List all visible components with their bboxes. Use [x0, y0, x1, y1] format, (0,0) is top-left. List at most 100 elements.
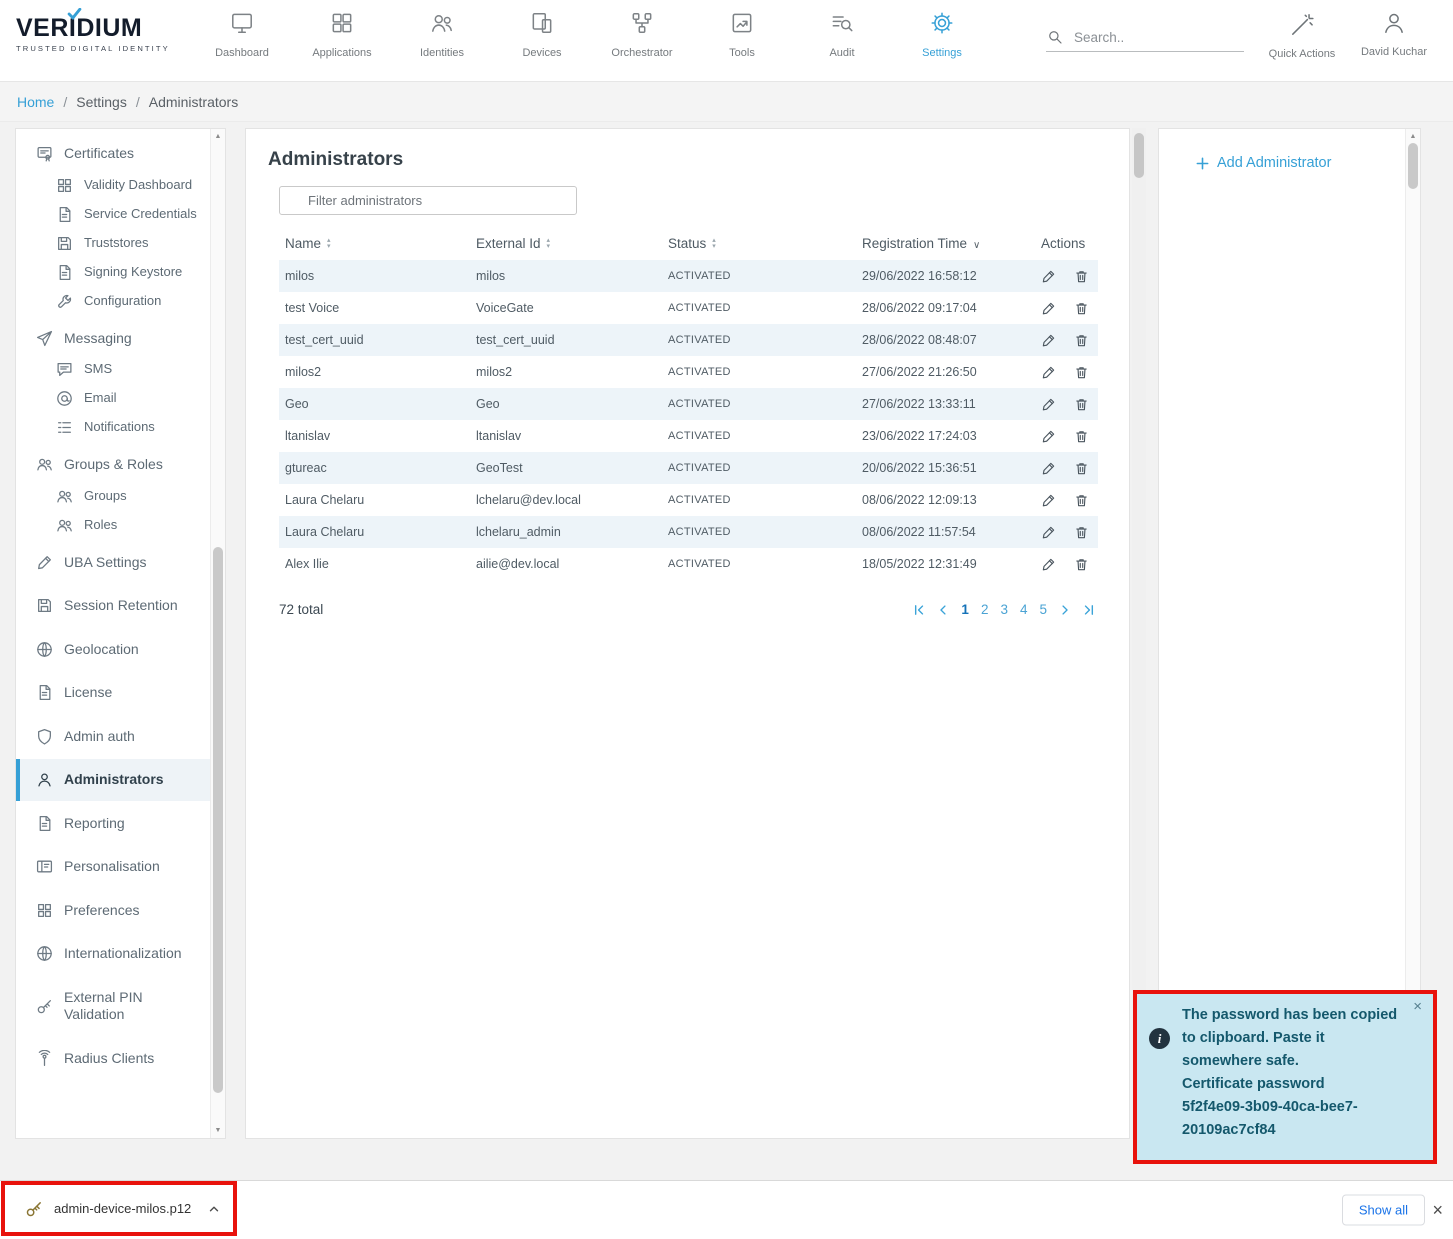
sidebar-item-sms[interactable]: SMS — [16, 355, 212, 384]
sidebar-item-email[interactable]: Email — [16, 384, 212, 413]
edit-button[interactable] — [1041, 461, 1056, 476]
add-administrator-button[interactable]: Add Administrator — [1195, 155, 1331, 171]
sidebar-item-personalisation[interactable]: Personalisation — [16, 846, 212, 888]
last-page-button[interactable] — [1082, 603, 1096, 617]
sidebar-item-groups[interactable]: Groups — [16, 482, 212, 511]
next-page-button[interactable] — [1058, 603, 1072, 617]
external-pin-validation-icon — [36, 998, 53, 1015]
sidebar-item-internationalization[interactable]: Internationalization — [16, 933, 212, 975]
edit-button[interactable] — [1041, 365, 1056, 380]
delete-button[interactable] — [1074, 301, 1089, 316]
page-number-3[interactable]: 3 — [999, 602, 1009, 617]
filter-administrators-input[interactable] — [279, 186, 577, 215]
content-scrollbar[interactable] — [1132, 128, 1146, 1139]
delete-button[interactable] — [1074, 461, 1089, 476]
sidebar-scrollbar[interactable] — [210, 129, 225, 1138]
edit-button[interactable] — [1041, 301, 1056, 316]
nav-audit[interactable]: Audit — [792, 10, 892, 59]
sidebar-item-geolocation[interactable]: Geolocation — [16, 629, 212, 671]
pagination: 1 2 3 4 5 — [912, 602, 1096, 617]
sidebar-item-validity-dashboard[interactable]: Validity Dashboard — [16, 171, 212, 200]
column-header-name[interactable]: Name — [279, 227, 470, 260]
scroll-down-icon[interactable] — [211, 1127, 225, 1134]
column-header-status[interactable]: Status — [662, 227, 856, 260]
sidebar-item-reporting[interactable]: Reporting — [16, 803, 212, 845]
delete-button[interactable] — [1074, 493, 1089, 508]
nav-tools[interactable]: Tools — [692, 10, 792, 59]
sidebar-item-radius-clients[interactable]: Radius Clients — [16, 1038, 212, 1080]
toast-message: The password has been copied to clipboar… — [1182, 1004, 1407, 1152]
nav-orchestrator[interactable]: Orchestrator — [592, 10, 692, 59]
edit-button[interactable] — [1041, 557, 1056, 572]
plus-icon — [1195, 156, 1210, 171]
delete-button[interactable] — [1074, 397, 1089, 412]
sidebar-item-preferences[interactable]: Preferences — [16, 890, 212, 932]
nav-applications[interactable]: Applications — [292, 10, 392, 59]
panel-scrollbar-thumb[interactable] — [1408, 143, 1418, 189]
sidebar-item-messaging[interactable]: Messaging — [16, 322, 212, 356]
download-options-chevron-button[interactable] — [205, 1200, 223, 1218]
sidebar-item-groups-roles[interactable]: Groups & Roles — [16, 448, 212, 482]
trash-icon — [1074, 333, 1089, 348]
breadcrumb-home[interactable]: Home — [17, 94, 54, 110]
scroll-up-icon[interactable] — [1406, 133, 1420, 140]
download-bar-close-icon[interactable] — [1428, 1197, 1447, 1223]
scroll-up-icon[interactable] — [211, 133, 225, 140]
notifications-icon — [56, 419, 73, 436]
downloaded-file-chip[interactable]: admin-device-milos.p12 — [5, 1185, 233, 1232]
sidebar-item-administrators[interactable]: Administrators — [16, 759, 212, 801]
sidebar-item-uba-settings[interactable]: UBA Settings — [16, 542, 212, 584]
edit-button[interactable] — [1041, 493, 1056, 508]
sidebar-item-signing-keystore[interactable]: Signing Keystore — [16, 258, 212, 287]
sidebar-item-certificates[interactable]: Certificates — [16, 137, 212, 171]
sidebar-item-configuration[interactable]: Configuration — [16, 287, 212, 316]
quick-actions-button[interactable]: Quick Actions — [1263, 12, 1341, 60]
edit-button[interactable] — [1041, 333, 1056, 348]
sort-desc-icon — [973, 240, 980, 251]
sidebar-item-truststores[interactable]: Truststores — [16, 229, 212, 258]
delete-button[interactable] — [1074, 333, 1089, 348]
delete-button[interactable] — [1074, 557, 1089, 572]
content-scrollbar-thumb[interactable] — [1134, 133, 1144, 178]
delete-button[interactable] — [1074, 269, 1089, 284]
sidebar-item-admin-auth[interactable]: Admin auth — [16, 716, 212, 758]
delete-button[interactable] — [1074, 525, 1089, 540]
column-header-registration-time[interactable]: Registration Time — [856, 227, 1035, 260]
sidebar-item-license[interactable]: License — [16, 672, 212, 714]
breadcrumb-settings[interactable]: Settings — [76, 94, 127, 110]
nav-identities[interactable]: Identities — [392, 10, 492, 59]
table-row: gtureacGeoTestACTIVATED20/06/2022 15:36:… — [279, 452, 1098, 484]
prev-page-button[interactable] — [936, 603, 950, 617]
sidebar-item-notifications[interactable]: Notifications — [16, 413, 212, 442]
page-number-1[interactable]: 1 — [960, 602, 970, 617]
page-number-5[interactable]: 5 — [1038, 602, 1048, 617]
sidebar-scrollbar-thumb[interactable] — [213, 547, 223, 1093]
edit-button[interactable] — [1041, 269, 1056, 284]
table-row: milosmilosACTIVATED29/06/2022 16:58:12 — [279, 260, 1098, 292]
column-header-external-id[interactable]: External Id — [470, 227, 662, 260]
sort-icon — [712, 238, 716, 251]
edit-button[interactable] — [1041, 525, 1056, 540]
sidebar-item-roles[interactable]: Roles — [16, 511, 212, 540]
page-number-4[interactable]: 4 — [1019, 602, 1029, 617]
edit-button[interactable] — [1041, 429, 1056, 444]
nav-settings[interactable]: Settings — [892, 10, 992, 59]
delete-button[interactable] — [1074, 365, 1089, 380]
edit-button[interactable] — [1041, 397, 1056, 412]
show-all-downloads-button[interactable]: Show all — [1342, 1195, 1425, 1226]
table-row: Laura Chelarulchelaru@dev.localACTIVATED… — [279, 484, 1098, 516]
toast-close-icon[interactable] — [1413, 999, 1422, 1014]
groups-icon — [56, 488, 73, 505]
nav-devices[interactable]: Devices — [492, 10, 592, 59]
user-menu[interactable]: David Kuchar — [1352, 10, 1436, 58]
veridium-logo[interactable]: VERIDIUM TRUSTED DIGITAL IDENTITY — [16, 16, 170, 53]
delete-button[interactable] — [1074, 429, 1089, 444]
sidebar-item-session-retention[interactable]: Session Retention — [16, 585, 212, 627]
first-page-button[interactable] — [912, 603, 926, 617]
panel-scrollbar[interactable] — [1405, 129, 1420, 1138]
search-input[interactable] — [1072, 29, 1222, 46]
sidebar-item-service-credentials[interactable]: Service Credentials — [16, 200, 212, 229]
page-number-2[interactable]: 2 — [980, 602, 990, 617]
nav-dashboard[interactable]: Dashboard — [192, 10, 292, 59]
sidebar-item-external-pin-validation[interactable]: External PIN Validation — [16, 977, 212, 1036]
